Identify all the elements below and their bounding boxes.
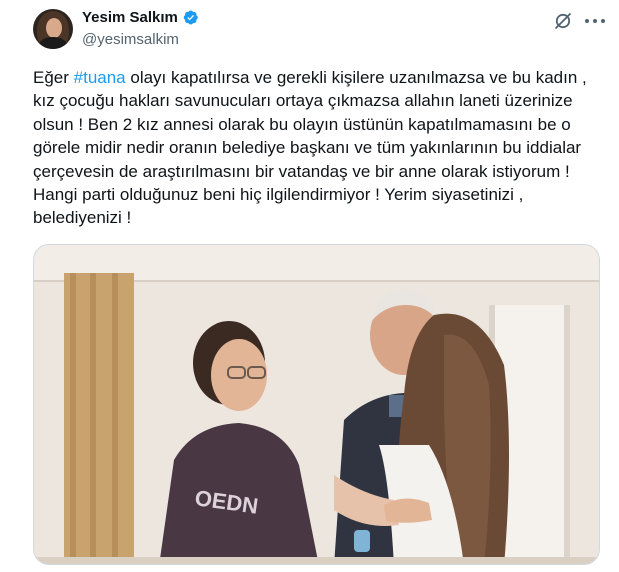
more-icon[interactable] (585, 13, 605, 29)
tweet-photo[interactable]: OEDN (33, 244, 600, 565)
avatar-body (39, 37, 67, 49)
more-dot (601, 19, 605, 23)
verified-badge-icon[interactable] (182, 9, 199, 26)
author-avatar[interactable] (33, 9, 73, 49)
author-name-row: Yesim Salkım (82, 9, 199, 26)
tweet-text-body: olayı kapatılırsa ve gerekli kişilere uz… (33, 68, 587, 228)
grok-icon[interactable] (553, 11, 573, 31)
more-dot (593, 19, 597, 23)
author-display-name[interactable]: Yesim Salkım (82, 9, 178, 26)
author-handle[interactable]: @yesimsalkim (82, 31, 179, 48)
photo-three-people-hugging: OEDN (34, 245, 599, 564)
more-dot (585, 19, 589, 23)
hashtag-link[interactable]: #tuana (74, 68, 126, 87)
avatar-face (46, 18, 62, 38)
tweet-card[interactable]: Yesim Salkım @yesimsalkim Eğer #tuana ol… (0, 0, 619, 572)
tweet-text: Eğer #tuana olayı kapatılırsa ve gerekli… (33, 66, 608, 230)
tweet-text-start: Eğer (33, 68, 74, 87)
